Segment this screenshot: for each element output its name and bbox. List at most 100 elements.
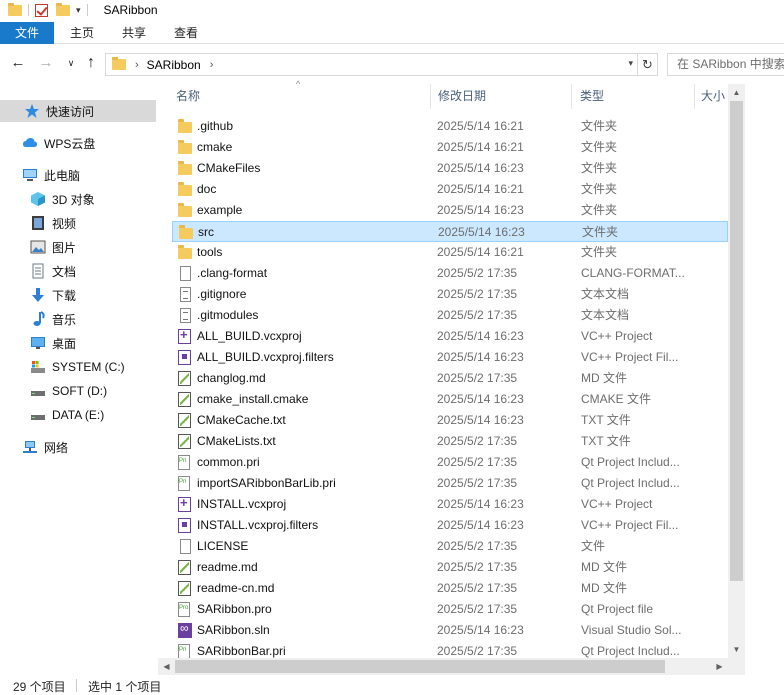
nav-drive-e[interactable]: DATA (E:) (0, 404, 156, 426)
search-input[interactable]: 在 SARibbon 中搜索 (667, 53, 784, 76)
file-name: cmake_install.cmake (197, 392, 309, 406)
nav-3d-objects[interactable]: 3D 对象 (0, 188, 156, 210)
status-bar: 29 个项目 选中 1 个项目 (0, 676, 784, 695)
column-type[interactable]: 类型 (562, 84, 692, 109)
file-date: 2025/5/14 16:23 (437, 329, 524, 343)
nav-wps-cloud[interactable]: WPS云盘 (0, 132, 156, 154)
forward-arrow-icon[interactable]: → (37, 54, 55, 72)
file-row[interactable]: LICENSE 2025/5/2 17:35 文件 (172, 536, 728, 557)
horizontal-scrollbar[interactable]: ◀ ▶ (158, 658, 728, 675)
file-row[interactable]: .github 2025/5/14 16:21 文件夹 (172, 116, 728, 137)
pri-icon (178, 455, 190, 470)
divider (86, 4, 88, 16)
file-row[interactable]: ALL_BUILD.vcxproj 2025/5/14 16:23 VC++ Pro… (172, 326, 728, 347)
file-row[interactable]: SARibbon.pro 2025/5/2 17:35 Qt Project fil… (172, 599, 728, 620)
nav-desktop[interactable]: 桌面 (0, 332, 156, 354)
customize-quick-access-icon[interactable]: ▾ (76, 5, 81, 16)
nav-quick-access[interactable]: 快速访问 (0, 100, 156, 122)
file-date: 2025/5/2 17:35 (437, 371, 518, 385)
nav-pictures[interactable]: 图片 (0, 236, 156, 258)
file-row[interactable]: SARibbon.sln 2025/5/14 16:23 Visual Studio… (172, 620, 728, 641)
nav-label: DATA (E:) (52, 408, 105, 422)
up-arrow-icon[interactable]: ↑ (82, 54, 100, 72)
file-row[interactable]: SARibbonBar.pri 2025/5/2 17:35 Qt Project … (172, 641, 728, 658)
refresh-icon[interactable]: ↻ (638, 53, 658, 76)
nav-music[interactable]: 音乐 (0, 308, 156, 330)
file-row[interactable]: doc 2025/5/14 16:21 文件夹 (172, 179, 728, 200)
file-row[interactable]: cmake_install.cmake 2025/5/14 16:23 CMAKE … (172, 389, 728, 410)
file-row[interactable]: changlog.md 2025/5/2 17:35 MD 文件 (172, 368, 728, 389)
file-name: .gitignore (197, 287, 247, 301)
scrollbar-thumb[interactable] (730, 101, 743, 581)
nav-this-pc[interactable]: 此电脑 (0, 164, 156, 186)
tab-file[interactable]: 文件 (0, 22, 54, 44)
scroll-right-icon[interactable]: ▶ (711, 658, 728, 675)
chevron-right-icon[interactable]: › (210, 59, 214, 71)
nav-label: 桌面 (52, 336, 77, 351)
file-row[interactable]: cmake 2025/5/14 16:21 文件夹 (172, 137, 728, 158)
sln-icon (178, 621, 192, 638)
file-row[interactable]: INSTALL.vcxproj.filters 2025/5/14 16:23 VC… (172, 515, 728, 536)
file-row[interactable]: readme.md 2025/5/2 17:35 MD 文件 (172, 557, 728, 578)
text-file-icon (180, 308, 191, 323)
tab-share[interactable]: 共享 (108, 22, 160, 44)
nav-videos[interactable]: 视频 (0, 212, 156, 234)
column-size[interactable]: 大小 (683, 84, 728, 109)
ribbon-tabs: 文件 主页 共享 查看 (0, 22, 784, 44)
file-type: Qt Project file (581, 602, 654, 616)
recent-locations-icon[interactable]: ∨ (62, 54, 80, 72)
file-row[interactable]: importSARibbonBarLib.pri 2025/5/2 17:35 Qt… (172, 473, 728, 494)
nav-downloads[interactable]: 下载 (0, 284, 156, 306)
nav-documents[interactable]: 文档 (0, 260, 156, 282)
nav-drive-d[interactable]: SOFT (D:) (0, 380, 156, 402)
file-name: doc (197, 182, 217, 196)
file-row[interactable]: CMakeCache.txt 2025/5/14 16:23 TXT 文件 (172, 410, 728, 431)
file-row[interactable]: .gitmodules 2025/5/2 17:35 文本文档 (172, 305, 728, 326)
column-name[interactable]: 名称 (158, 84, 430, 109)
file-name: SARibbon.pro (197, 602, 272, 616)
properties-icon[interactable] (35, 3, 48, 17)
file-row[interactable]: CMakeFiles 2025/5/14 16:23 文件夹 (172, 158, 728, 179)
tab-home[interactable]: 主页 (56, 22, 108, 44)
file-row[interactable]: readme-cn.md 2025/5/2 17:35 MD 文件 (172, 578, 728, 599)
file-name: readme-cn.md (197, 581, 275, 595)
address-bar[interactable]: › SARibbon › ▾ (105, 53, 638, 76)
nav-network[interactable]: 网络 (0, 436, 156, 458)
folder-icon (179, 225, 193, 239)
file-row[interactable]: .gitignore 2025/5/2 17:35 文本文档 (172, 284, 728, 305)
tab-view[interactable]: 查看 (160, 22, 212, 44)
vcxproj-icon (178, 495, 191, 512)
scroll-up-icon[interactable]: ▲ (728, 84, 745, 101)
file-row[interactable]: CMakeLists.txt 2025/5/2 17:35 TXT 文件 (172, 431, 728, 452)
breadcrumb-current[interactable]: SARibbon (147, 58, 201, 72)
back-arrow-icon[interactable]: ← (9, 54, 27, 72)
file-row[interactable]: ALL_BUILD.vcxproj.filters 2025/5/14 16:23… (172, 347, 728, 368)
file-row[interactable]: INSTALL.vcxproj 2025/5/14 16:23 VC++ Proje… (172, 494, 728, 515)
file-name: SARibbonBar.pri (197, 644, 286, 658)
file-row[interactable]: tools 2025/5/14 16:21 文件夹 (172, 242, 728, 263)
nav-drive-c[interactable]: SYSTEM (C:) (0, 356, 156, 378)
scrollbar-thumb[interactable] (175, 660, 665, 673)
file-row[interactable]: src 2025/5/14 16:23 文件夹 (172, 221, 728, 242)
file-icon (180, 266, 191, 281)
file-row[interactable]: common.pri 2025/5/2 17:35 Qt Project Inclu… (172, 452, 728, 473)
folder-icon (178, 161, 192, 175)
file-type: CMAKE 文件 (581, 392, 652, 406)
scroll-down-icon[interactable]: ▼ (728, 641, 745, 658)
scroll-left-icon[interactable]: ◀ (158, 658, 175, 675)
file-date: 2025/5/14 16:23 (437, 623, 524, 637)
folder-icon[interactable] (8, 2, 22, 16)
chevron-down-icon[interactable]: ▾ (628, 58, 633, 69)
file-type: Visual Studio Sol... (581, 623, 682, 637)
chevron-right-icon[interactable]: › (135, 59, 139, 71)
file-type: 文本文档 (581, 308, 630, 322)
file-row[interactable]: example 2025/5/14 16:23 文件夹 (172, 200, 728, 221)
folder-icon (178, 245, 192, 259)
file-name: CMakeCache.txt (197, 413, 286, 427)
vcxproj-filters-icon (178, 350, 191, 365)
new-folder-icon[interactable] (56, 2, 70, 16)
file-date: 2025/5/2 17:35 (437, 287, 518, 301)
file-row[interactable]: .clang-format 2025/5/2 17:35 CLANG-FORMAT.… (172, 263, 728, 284)
column-date[interactable]: 修改日期 (420, 84, 565, 109)
vertical-scrollbar[interactable]: ▲ ▼ (728, 84, 745, 658)
